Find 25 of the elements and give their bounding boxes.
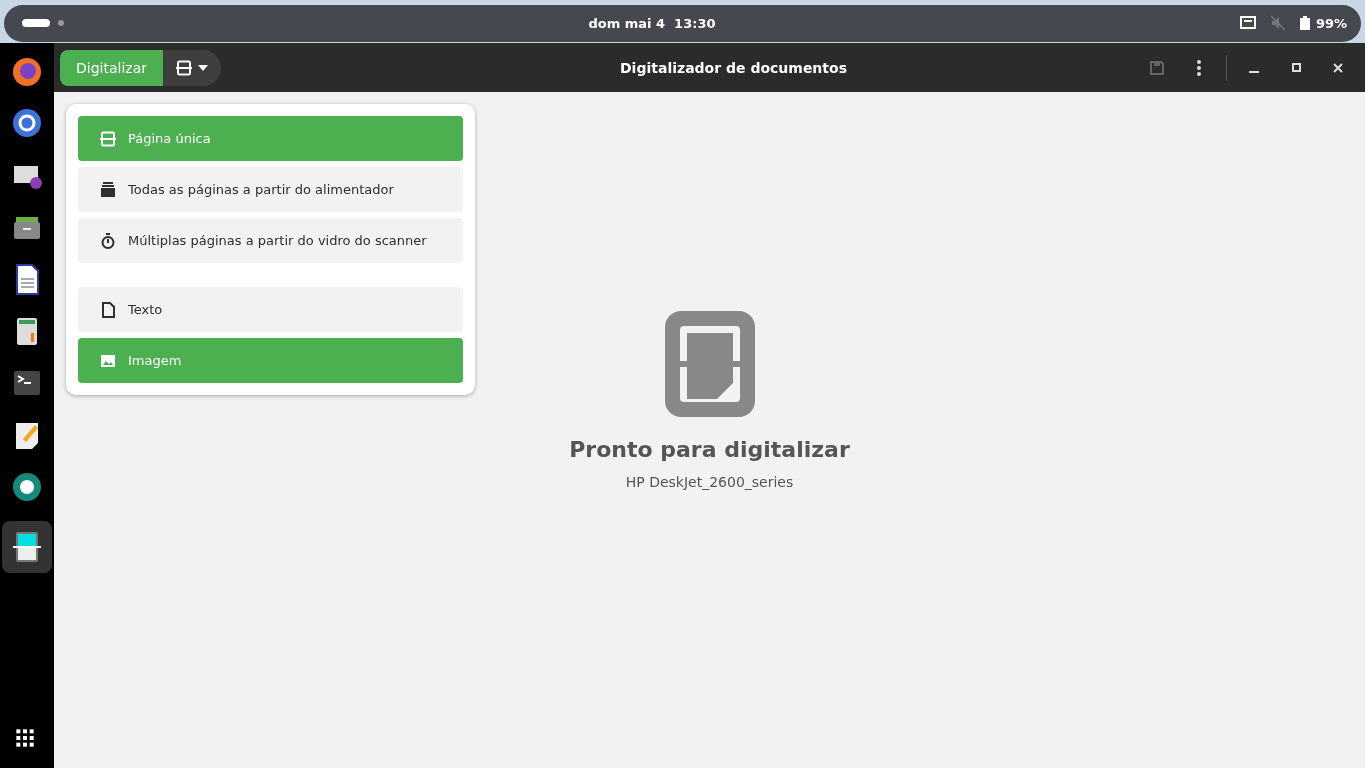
maximize-icon — [1291, 63, 1301, 72]
single-icon — [100, 130, 116, 147]
ethernet-icon[interactable] — [1239, 16, 1256, 30]
active-app[interactable] — [2, 521, 52, 573]
caret-icon — [198, 64, 208, 71]
device-name: HP DeskJet_2600_series — [625, 473, 794, 490]
feeder-icon — [100, 181, 116, 198]
image-icon — [100, 352, 116, 369]
menu-icon — [1197, 59, 1201, 76]
clock[interactable]: dom mai 4 13:30 — [64, 15, 1240, 31]
minimize-icon — [1249, 70, 1259, 73]
scan-type-dropdown[interactable] — [163, 49, 221, 86]
workspace-indicator-icon[interactable] — [22, 19, 64, 27]
battery-icon — [1299, 16, 1310, 30]
menu-item[interactable]: Múltiplas páginas a partir do vidro do scanner — [78, 218, 463, 263]
window-title: Digitalizador de documentos — [619, 59, 848, 76]
scanner-page-icon — [664, 310, 755, 417]
close-icon — [1333, 62, 1343, 73]
menu-item[interactable]: Todas as páginas a partir do alimentador — [78, 167, 463, 212]
text-icon — [100, 301, 116, 318]
battery-indicator[interactable]: 99% — [1299, 15, 1347, 31]
single-page-icon — [176, 59, 192, 76]
status-heading: Pronto para digitalizar — [569, 436, 850, 462]
timer-icon — [100, 232, 116, 249]
menu-item[interactable]: Texto — [78, 287, 463, 332]
